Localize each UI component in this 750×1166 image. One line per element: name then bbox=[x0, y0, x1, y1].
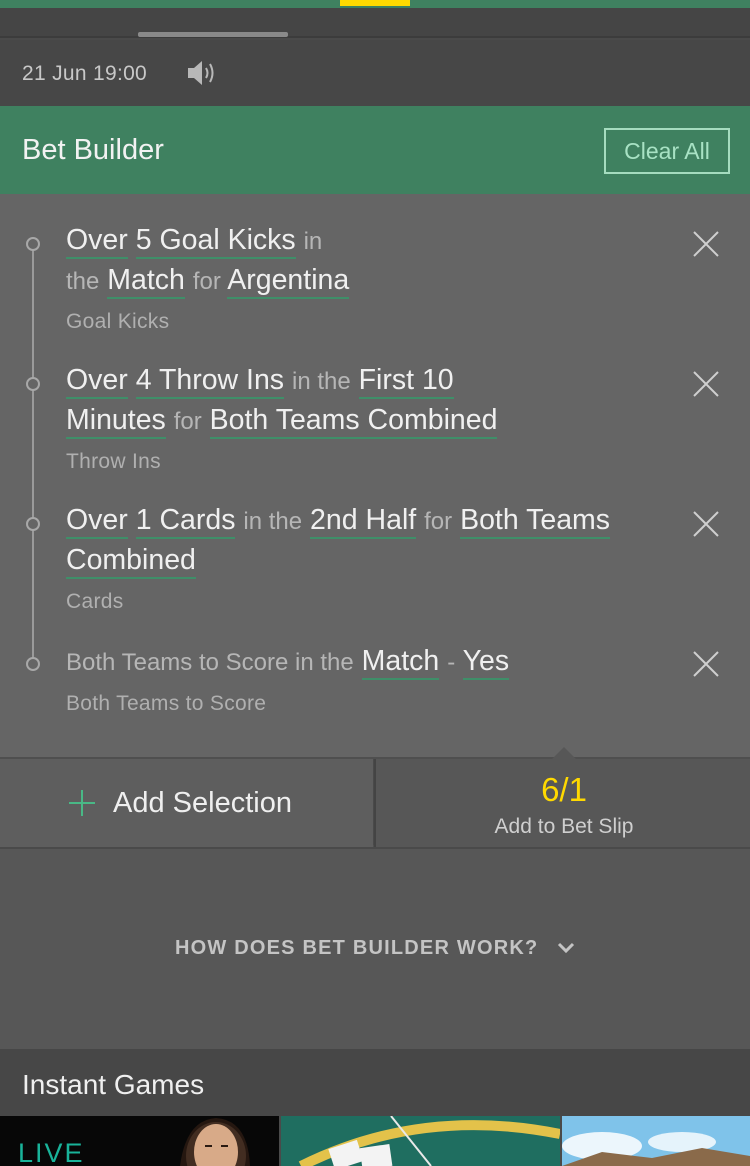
instant-games-carousel: LIVE bbox=[0, 1116, 750, 1166]
selection-link[interactable]: Over bbox=[66, 224, 128, 259]
bet-builder-header: Bet Builder Clear All bbox=[0, 106, 750, 194]
timeline-dot bbox=[26, 657, 40, 671]
selection-text: for bbox=[192, 268, 221, 295]
close-icon[interactable] bbox=[692, 370, 720, 398]
game-tile-live[interactable]: LIVE bbox=[0, 1116, 279, 1166]
selection-text: - bbox=[447, 649, 456, 676]
bet-builder-actions: Add Selection 6/1 Add to Bet Slip bbox=[0, 747, 750, 847]
selection-link[interactable]: Both Teams bbox=[460, 504, 611, 539]
add-to-bet-slip-label: Add to Bet Slip bbox=[494, 815, 634, 838]
active-tab-indicator bbox=[340, 0, 410, 6]
how-it-works-link[interactable]: HOW DOES BET BUILDER WORK? bbox=[175, 937, 538, 960]
top-tab-bar bbox=[0, 0, 750, 8]
event-datetime: 21 Jun 19:00 bbox=[22, 62, 148, 85]
selection-text: the bbox=[66, 268, 100, 295]
selection-link[interactable]: Argentina bbox=[227, 264, 350, 299]
selection-description: Over 4 Throw Ins in the First 10 Minutes… bbox=[66, 361, 676, 441]
instant-games-title: Instant Games bbox=[22, 1069, 205, 1100]
selection-market: Both Teams to Score bbox=[66, 692, 267, 715]
scroll-handle[interactable] bbox=[138, 32, 288, 37]
chevron-down-icon[interactable] bbox=[556, 941, 576, 955]
subnav-strip bbox=[0, 8, 750, 38]
notch-pointer bbox=[552, 747, 576, 759]
timeline-dot bbox=[26, 237, 40, 251]
close-icon[interactable] bbox=[692, 510, 720, 538]
bet-builder-title: Bet Builder bbox=[22, 134, 164, 166]
selection-text: in the bbox=[243, 508, 303, 535]
selection-link[interactable]: Both Teams Combined bbox=[209, 404, 498, 439]
close-icon[interactable] bbox=[692, 230, 720, 258]
selection-description: Both Teams to Score in the Match - Yes bbox=[66, 642, 676, 682]
selection-text: for bbox=[424, 508, 453, 535]
landscape-image bbox=[562, 1116, 750, 1166]
timeline-dot bbox=[26, 377, 40, 391]
selection-link[interactable]: Over bbox=[66, 364, 128, 399]
selection-text: in the bbox=[291, 368, 351, 395]
how-it-works-section: HOW DOES BET BUILDER WORK? bbox=[0, 849, 750, 1049]
instant-games-header: Instant Games bbox=[0, 1049, 750, 1116]
selection-link[interactable]: Match bbox=[107, 264, 185, 299]
selection-text: Both Teams to Score in the bbox=[66, 649, 354, 676]
game-tile-scenery[interactable] bbox=[562, 1116, 750, 1166]
plus-icon bbox=[68, 789, 96, 817]
selection-list: Over 5 Goal Kicks in the Match for Argen… bbox=[0, 194, 750, 757]
dealer-image bbox=[180, 1118, 250, 1166]
clear-all-button[interactable]: Clear All bbox=[604, 128, 730, 174]
close-icon[interactable] bbox=[692, 650, 720, 678]
timeline-dot bbox=[26, 517, 40, 531]
add-selection-button[interactable]: Add Selection bbox=[0, 759, 373, 847]
game-tile-blackjack[interactable] bbox=[281, 1116, 560, 1166]
combined-odds: 6/1 bbox=[541, 771, 587, 808]
selection-link[interactable]: 1 Cards bbox=[135, 504, 236, 539]
selection-description: Over 5 Goal Kicks in the Match for Argen… bbox=[66, 221, 676, 301]
selection-link[interactable]: First 10 bbox=[358, 364, 454, 399]
selection-link[interactable]: Yes bbox=[462, 645, 510, 680]
selection-link[interactable]: Match bbox=[361, 645, 440, 680]
speaker-icon[interactable] bbox=[186, 58, 220, 88]
selection-link[interactable]: 4 Throw Ins bbox=[135, 364, 285, 399]
selection-text: for bbox=[173, 408, 202, 435]
selection-link[interactable]: 2nd Half bbox=[310, 504, 417, 539]
event-info-row: 21 Jun 19:00 bbox=[0, 40, 750, 106]
selection-link[interactable]: Minutes bbox=[66, 404, 166, 439]
selection-link[interactable]: 5 Goal Kicks bbox=[135, 224, 296, 259]
add-to-bet-slip-button[interactable]: 6/1 Add to Bet Slip bbox=[374, 747, 750, 847]
timeline-line bbox=[32, 238, 34, 664]
selection-market: Goal Kicks bbox=[66, 310, 170, 333]
add-selection-label: Add Selection bbox=[113, 787, 292, 819]
selection-link[interactable]: Over bbox=[66, 504, 128, 539]
selection-text: in bbox=[303, 228, 323, 255]
blackjack-image bbox=[281, 1116, 560, 1166]
selection-description: Over 1 Cards in the 2nd Half for Both Te… bbox=[66, 501, 676, 579]
selection-market: Throw Ins bbox=[66, 450, 161, 473]
selection-link[interactable]: Combined bbox=[66, 544, 196, 579]
selection-market: Cards bbox=[66, 590, 124, 613]
